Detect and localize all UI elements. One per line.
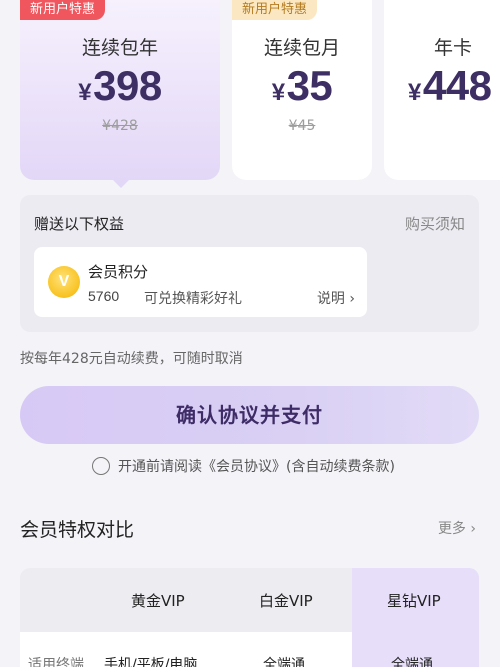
benefit-description: 可兑换精彩好礼	[144, 291, 242, 307]
agreement-radio[interactable]	[92, 457, 110, 475]
plan-name: 连续包月	[263, 37, 340, 59]
privilege-compare-table: 黄金VIP 白金VIP 星钻VIP 适用终端 手机/平板/电脑 全端通 全端通	[20, 568, 479, 667]
table-cell: 全端通	[391, 657, 433, 667]
plan-name: 年卡	[434, 37, 473, 59]
new-user-badge: 新用户特惠	[20, 0, 106, 20]
agreement-row[interactable]: 开通前请阅读《会员协议》(含自动续费条款)	[92, 456, 395, 476]
row-label: 适用终端	[28, 657, 84, 667]
plan-selector: 新用户特惠 连续包年 ¥398 ¥428 新用户特惠 连续包月 ¥35 ¥45 …	[0, 0, 500, 190]
table-cell: 手机/平板/电脑	[104, 657, 198, 667]
currency-symbol: ¥	[271, 79, 285, 106]
selected-pointer	[112, 179, 130, 188]
compare-more-link[interactable]: 更多 ›	[438, 518, 476, 538]
column-header-gold: 黄金VIP	[131, 592, 185, 610]
benefit-explain-link[interactable]: 说明 ›	[317, 288, 355, 308]
new-user-badge: 新用户特惠	[232, 0, 318, 20]
plan-card-yearly-auto[interactable]: 新用户特惠 连续包年 ¥398 ¥428	[20, 0, 220, 188]
original-price: ¥45	[288, 118, 316, 134]
original-price: ¥428	[102, 118, 138, 134]
plan-card-annual[interactable]: 年卡 ¥448	[384, 0, 500, 180]
purchase-notice-link[interactable]: 购买须知	[405, 213, 465, 234]
plan-card-monthly-auto[interactable]: 新用户特惠 连续包月 ¥35 ¥45	[232, 0, 372, 180]
column-header-star-diamond: 星钻VIP	[387, 592, 441, 610]
price-value: 398	[93, 62, 162, 109]
plan-price: ¥398	[20, 62, 220, 110]
price-value: 35	[286, 62, 333, 109]
plan-name: 连续包年	[81, 37, 158, 59]
table-cell: 全端通	[263, 657, 305, 667]
benefit-value: 5760	[88, 288, 120, 304]
plan-price: ¥35	[232, 62, 372, 110]
currency-symbol: ¥	[408, 79, 421, 106]
compare-section-title: 会员特权对比	[20, 519, 135, 541]
price-value: 448	[422, 62, 492, 109]
highlight-column	[352, 568, 479, 667]
plan-price: ¥448	[384, 62, 500, 110]
currency-symbol: ¥	[78, 79, 92, 106]
confirm-pay-button[interactable]: 确认协议并支付	[20, 386, 479, 444]
auto-renew-notice: 按每年428元自动续费，可随时取消	[20, 351, 243, 367]
agreement-text[interactable]: 开通前请阅读《会员协议》(含自动续费条款)	[118, 456, 395, 476]
benefits-title: 赠送以下权益	[34, 215, 125, 233]
v-coin-icon: V	[48, 266, 80, 298]
benefit-item-points: V 会员积分 5760 可兑换精彩好礼 说明 ›	[34, 247, 367, 317]
gift-benefits-panel: 赠送以下权益 购买须知 V 会员积分 5760 可兑换精彩好礼 说明 ›	[20, 195, 479, 332]
column-header-platinum: 白金VIP	[259, 592, 313, 610]
benefit-name: 会员积分	[88, 263, 149, 281]
